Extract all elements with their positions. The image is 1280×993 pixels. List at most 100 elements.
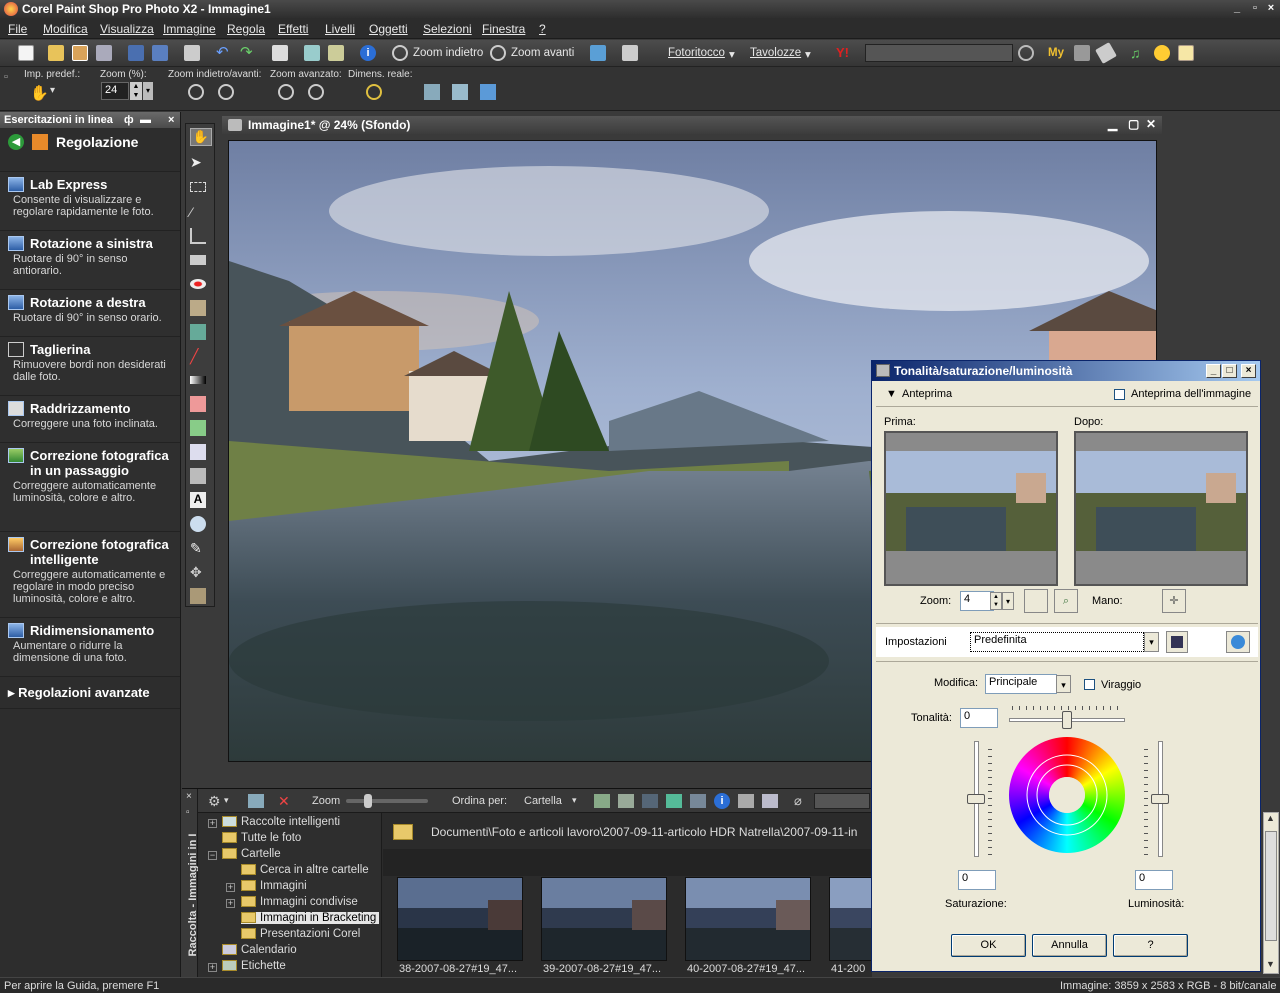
dialog-minimize-button[interactable]: _ xyxy=(1206,364,1221,378)
copy-icon[interactable] xyxy=(304,45,320,61)
zoom-next-icon[interactable] xyxy=(308,84,324,100)
fit-image-icon[interactable] xyxy=(452,84,468,100)
undo-icon[interactable]: ↶ xyxy=(216,45,232,61)
tavolozze-menu[interactable]: Tavolozze xyxy=(750,47,801,59)
before-preview[interactable] xyxy=(884,431,1058,586)
pick-tool-icon[interactable]: ➤ xyxy=(190,154,206,170)
zoom-pct-dropdown-icon[interactable]: ▾ xyxy=(143,82,153,100)
info-icon[interactable]: i xyxy=(714,793,730,809)
hand-tool-icon[interactable]: ✋ xyxy=(30,84,49,102)
folder-icon[interactable] xyxy=(594,794,610,808)
thumbnail[interactable] xyxy=(541,877,667,961)
minimize-button[interactable]: _ xyxy=(1230,1,1244,15)
actual-size-icon[interactable] xyxy=(366,84,382,100)
tavolozze-dropdown-icon[interactable]: ▾ xyxy=(805,47,811,61)
clipboard-icon[interactable] xyxy=(272,45,288,61)
panel-pin-icon[interactable]: ф xyxy=(124,114,134,126)
tree-item[interactable]: Tutte le foto xyxy=(222,832,301,844)
hue-input[interactable]: 0 xyxy=(960,708,998,728)
presets-dropdown-icon[interactable]: ▾ xyxy=(50,85,55,96)
camera-icon[interactable] xyxy=(1074,45,1090,61)
color-wheel[interactable] xyxy=(1008,736,1126,854)
zoom-pct-stepper[interactable]: ▲ ▼ xyxy=(130,82,142,100)
zoom-in-icon[interactable] xyxy=(490,45,506,61)
shield-icon[interactable] xyxy=(762,794,778,808)
scan-icon[interactable] xyxy=(96,45,112,61)
warp-tool-icon[interactable]: ✥ xyxy=(190,564,206,580)
tree-item[interactable]: Immagini xyxy=(241,880,307,892)
folder-open-icon[interactable] xyxy=(618,794,634,808)
search-input[interactable] xyxy=(865,44,1013,62)
organizer-scrollbar[interactable]: ▲ ▼ xyxy=(1263,812,1279,974)
zoom-fit-button[interactable] xyxy=(1024,589,1048,613)
menu-file[interactable]: File xyxy=(8,22,27,36)
zoom-slider-thumb[interactable] xyxy=(364,794,372,808)
brush-tool-icon[interactable]: ╱ xyxy=(190,348,206,364)
settings-gear-icon[interactable]: ⚙ xyxy=(208,793,221,810)
organizer-pin-icon[interactable]: ▫ xyxy=(186,807,190,818)
delete-icon[interactable]: ✕ xyxy=(278,793,290,810)
zoom-magnifier-button[interactable]: ⌕ xyxy=(1054,589,1078,613)
zoom-out-icon[interactable] xyxy=(218,84,234,100)
sort-dropdown[interactable]: Cartella xyxy=(524,795,562,807)
collapse-icon[interactable]: − xyxy=(208,851,217,860)
menu-oggetti[interactable]: Oggetti xyxy=(369,22,408,36)
zoom-input[interactable]: 4 xyxy=(960,591,994,611)
hue-slider-thumb[interactable] xyxy=(1062,711,1072,729)
close-button[interactable]: × xyxy=(1264,1,1278,15)
home-icon[interactable] xyxy=(32,134,48,150)
airbrush-tool-icon[interactable] xyxy=(190,468,206,484)
eraser-tool-icon[interactable] xyxy=(190,396,206,412)
tree-item[interactable]: Raccolte intelligenti xyxy=(222,816,340,828)
text-tool-icon[interactable]: A xyxy=(190,492,206,508)
tutorial-rotate-right[interactable]: Rotazione a destra Ruotare di 90° in sen… xyxy=(0,290,180,337)
expand-icon[interactable]: + xyxy=(226,883,235,892)
image-maximize-button[interactable]: ▢ xyxy=(1128,117,1139,131)
zoom-stepper[interactable]: ▲ ▼ xyxy=(990,592,1002,610)
preview-toggle[interactable]: Anteprima xyxy=(902,388,952,400)
saturation-input[interactable]: 0 xyxy=(958,870,996,890)
clone-tool-icon[interactable] xyxy=(190,300,206,316)
dropper-tool-icon[interactable]: ⁄ xyxy=(190,204,206,220)
zoom-previous-icon[interactable] xyxy=(278,84,294,100)
selection-tool-icon[interactable] xyxy=(190,182,206,192)
save-as-icon[interactable] xyxy=(152,45,168,61)
menu-visualizza[interactable]: Visualizza xyxy=(100,22,154,36)
after-preview[interactable] xyxy=(1074,431,1248,586)
dialog-close-button[interactable]: × xyxy=(1241,364,1256,378)
zoom-in-button[interactable]: Zoom avanti xyxy=(511,47,574,59)
zoom-out-button[interactable]: Zoom indietro xyxy=(413,47,483,59)
zoom-pct-input[interactable]: 24 xyxy=(101,82,129,100)
eraser-icon[interactable] xyxy=(1095,42,1117,64)
menu-finestra[interactable]: Finestra xyxy=(482,22,525,36)
tutorial-one-step-fix[interactable]: Correzione fotografica in un passaggio C… xyxy=(0,443,180,532)
gear-dropdown-icon[interactable]: ▾ xyxy=(224,795,229,806)
tree-item[interactable]: Etichette xyxy=(222,960,286,972)
scroll-down-icon[interactable]: ▼ xyxy=(1266,959,1275,969)
tutorial-resize[interactable]: Ridimensionamento Aumentare o ridurre la… xyxy=(0,618,180,677)
save-preset-icon[interactable] xyxy=(1166,631,1188,653)
scroll-up-icon[interactable]: ▲ xyxy=(1266,813,1275,823)
zoom-slider[interactable] xyxy=(346,799,428,803)
fill-tool-icon[interactable] xyxy=(190,420,206,436)
smiley-icon[interactable] xyxy=(1154,45,1170,61)
menu-regola[interactable]: Regola xyxy=(227,22,265,36)
panel-close-icon[interactable]: × xyxy=(168,114,174,126)
tutorial-crop[interactable]: Taglierina Rimuovere bordi non desiderat… xyxy=(0,337,180,396)
fotoritocco-menu[interactable]: Fotoritocco xyxy=(668,47,725,59)
saturation-slider-thumb[interactable] xyxy=(967,794,985,804)
menu-modifica[interactable]: Modifica xyxy=(43,22,88,36)
photo-icon[interactable] xyxy=(590,45,606,61)
new-icon[interactable] xyxy=(18,45,34,61)
tree-item-selected[interactable]: Immagini in Bracketing xyxy=(241,912,380,924)
pen-tool-icon[interactable]: ✎ xyxy=(190,540,206,556)
paste-icon[interactable] xyxy=(328,45,344,61)
menu-immagine[interactable]: Immagine xyxy=(163,22,216,36)
save-icon[interactable] xyxy=(128,45,144,61)
menu-help[interactable]: ? xyxy=(539,22,546,36)
image-preview-checkbox[interactable] xyxy=(1114,389,1125,400)
cancel-button[interactable]: Annulla xyxy=(1032,934,1107,957)
open-icon[interactable] xyxy=(48,45,64,61)
expand-icon[interactable]: + xyxy=(226,899,235,908)
tree-item[interactable]: Cerca in altre cartelle xyxy=(241,864,369,876)
